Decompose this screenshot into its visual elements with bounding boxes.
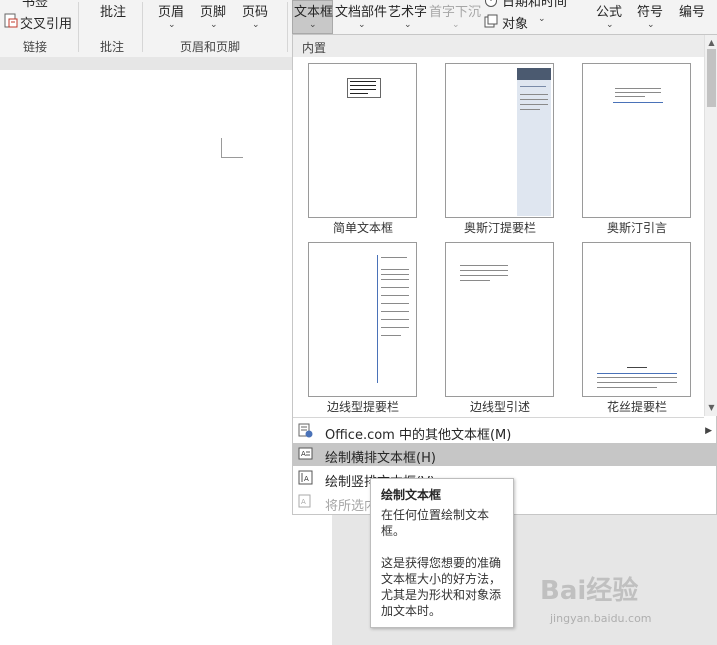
page-margin-marker xyxy=(221,138,222,158)
draw-horizontal-label: 绘制横排文本框(H) xyxy=(325,451,436,466)
gallery-label: 奥斯汀提要栏 xyxy=(463,221,536,235)
chevron-down-icon: ⌄ xyxy=(647,20,655,30)
dropcap-button[interactable]: 首字下沉 xyxy=(429,1,481,20)
scroll-thumb[interactable] xyxy=(707,49,716,107)
gallery-item-austin-quote[interactable] xyxy=(582,63,691,218)
chevron-down-icon: ⌄ xyxy=(538,14,546,24)
scroll-up-icon[interactable]: ▲ xyxy=(707,39,716,47)
clock-icon xyxy=(485,0,497,7)
svg-text:A: A xyxy=(301,498,306,506)
gallery-label: 边线型引述 xyxy=(469,400,530,414)
chevron-down-icon: ⌄ xyxy=(309,20,317,30)
document-ruler-bar xyxy=(0,57,292,70)
comment-group-label: 批注 xyxy=(100,40,125,54)
numbering-button[interactable]: 编号 xyxy=(679,1,705,20)
header-footer-group-label: 页眉和页脚 xyxy=(180,40,241,54)
tooltip-detail: 这是获得您想要的准确文本框大小的好方法，尤其是为形状和对象添加文本时。 xyxy=(381,556,502,618)
quick-parts-button[interactable]: 文档部件 xyxy=(335,1,387,20)
group-separator xyxy=(78,2,79,52)
page-number-button[interactable]: 页码 xyxy=(242,1,268,20)
gallery-item-simple-textbox[interactable] xyxy=(308,63,417,218)
builtin-section-label: 内置 xyxy=(302,41,327,55)
chevron-down-icon: ⌄ xyxy=(168,20,176,30)
tooltip-title: 绘制文本框 xyxy=(381,488,442,502)
gallery-item-austin-sidebar[interactable] xyxy=(445,63,554,218)
textbox-dropdown: 内置 简单文本框 奥斯汀提要栏 奥斯汀引言 边线型提要栏 边线型引述 花丝提要栏… xyxy=(292,34,717,515)
symbol-button[interactable]: 符号 xyxy=(637,1,663,20)
footer-button[interactable]: 页脚 xyxy=(200,1,226,20)
gallery-label: 边线型提要栏 xyxy=(326,400,399,414)
tooltip-description: 在任何位置绘制文本框。 xyxy=(381,508,490,538)
svg-text:A: A xyxy=(301,450,306,458)
gallery-item-sideline-sidebar[interactable] xyxy=(308,242,417,397)
more-textboxes-office-item[interactable]: Office.com 中的其他文本框(M) ▶ xyxy=(293,420,716,443)
cross-reference-button[interactable]: 交叉引用 xyxy=(20,13,72,32)
links-group-label: 链接 xyxy=(23,40,48,54)
chevron-down-icon: ⌄ xyxy=(452,20,460,30)
wordart-button[interactable]: 艺术字 xyxy=(388,1,427,20)
builtin-section-header: 内置 xyxy=(293,35,716,57)
group-separator xyxy=(142,2,143,52)
office-textbox-icon xyxy=(298,423,313,438)
horizontal-textbox-icon: A xyxy=(298,447,313,460)
gallery-label: 简单文本框 xyxy=(332,221,393,235)
chevron-down-icon: ⌄ xyxy=(210,20,218,30)
comment-button[interactable]: 批注 xyxy=(100,1,126,20)
more-textboxes-label: Office.com 中的其他文本框(M) xyxy=(325,428,512,443)
object-icon xyxy=(484,14,498,28)
chevron-down-icon: ⌄ xyxy=(252,20,260,30)
object-button[interactable]: 对象 xyxy=(502,13,528,32)
chevron-down-icon: ⌄ xyxy=(404,20,412,30)
gallery-item-filigree-sidebar[interactable] xyxy=(582,242,691,397)
draw-horizontal-textbox-item[interactable]: A 绘制横排文本框(H) xyxy=(293,443,716,466)
save-to-gallery-icon: A xyxy=(298,494,311,508)
textbox-button-label: 文本框 xyxy=(294,5,334,20)
tooltip: 绘制文本框 在任何位置绘制文本框。 这是获得您想要的准确文本框大小的好方法，尤其… xyxy=(370,478,514,628)
gallery-label: 花丝提要栏 xyxy=(606,400,667,414)
equation-button[interactable]: 公式 xyxy=(596,1,622,20)
cross-reference-icon xyxy=(4,13,18,28)
page-margin-marker xyxy=(221,157,243,158)
svg-text:A: A xyxy=(304,475,309,483)
chevron-down-icon: ⌄ xyxy=(358,20,366,30)
datetime-button[interactable]: 日期和时间 xyxy=(502,0,567,10)
watermark-url: jingyan.baidu.com xyxy=(550,612,652,625)
group-separator xyxy=(287,2,288,52)
watermark-logo: Bai经验 xyxy=(540,576,639,606)
gallery-scrollbar[interactable]: ▲ ▼ xyxy=(704,35,717,416)
scroll-down-icon[interactable]: ▼ xyxy=(707,404,716,412)
gallery-label: 奥斯汀引言 xyxy=(606,221,667,235)
chevron-right-icon: ▶ xyxy=(705,426,712,436)
chevron-down-icon: ⌄ xyxy=(606,20,614,30)
menu-divider xyxy=(293,417,704,418)
vertical-textbox-icon: A xyxy=(298,470,313,485)
gallery-item-sideline-quote[interactable] xyxy=(445,242,554,397)
bookmark-button[interactable]: 书签 xyxy=(22,0,48,10)
document-canvas[interactable] xyxy=(0,70,292,645)
header-button[interactable]: 页眉 xyxy=(158,1,184,20)
